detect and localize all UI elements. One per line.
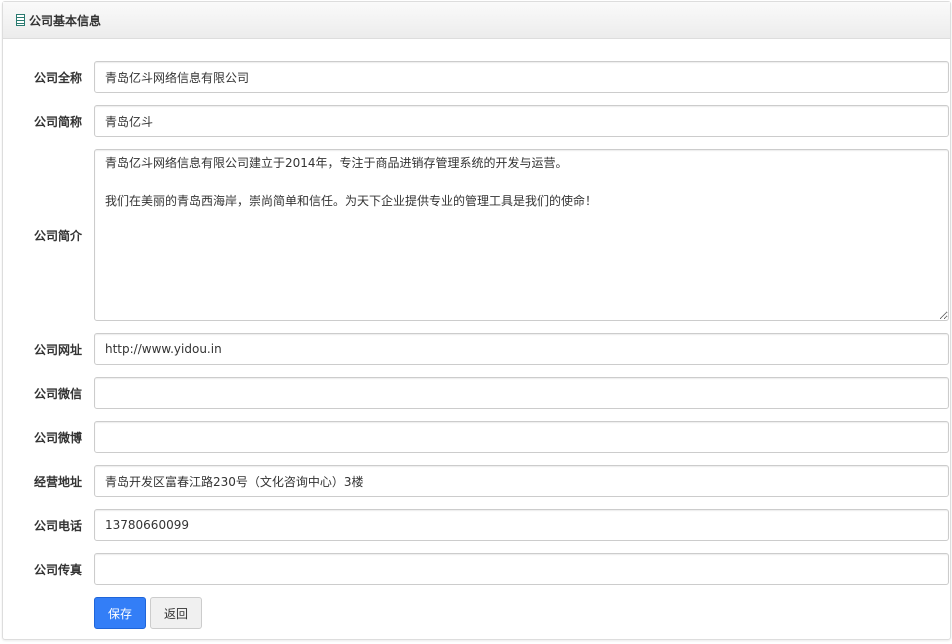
wechat-input[interactable] <box>94 377 949 409</box>
label: 公司电话 <box>33 519 82 533</box>
panel-heading: 公司基本信息 <box>3 2 950 39</box>
intro-textarea[interactable]: 青岛亿斗网络信息有限公司建立于2014年，专注于商品进销存管理系统的开发与运营。… <box>94 149 949 321</box>
company-info-panel: 公司基本信息 公司全称 公司简称 公司简介青岛亿斗网络信息有限公司建立于2014… <box>2 1 951 640</box>
label: 公司简称 <box>33 115 82 129</box>
label: 公司网址 <box>33 343 82 357</box>
fax-input[interactable] <box>94 553 949 585</box>
address-input[interactable] <box>94 465 949 497</box>
short-name-input[interactable] <box>94 105 949 137</box>
label: 公司传真 <box>33 563 82 577</box>
building-icon <box>16 14 25 26</box>
phone-input[interactable] <box>94 509 949 541</box>
label: 公司全称 <box>33 71 82 85</box>
label: 公司简介 <box>33 229 82 243</box>
full-name-input[interactable] <box>94 61 949 93</box>
label: 公司微信 <box>33 387 82 401</box>
save-button[interactable]: 保存 <box>94 597 146 629</box>
website-input[interactable] <box>94 333 949 365</box>
back-button[interactable]: 返回 <box>150 597 202 629</box>
panel-title: 公司基本信息 <box>29 13 102 28</box>
label: 经营地址 <box>33 475 82 489</box>
label: 公司微博 <box>33 431 82 445</box>
weibo-input[interactable] <box>94 421 949 453</box>
